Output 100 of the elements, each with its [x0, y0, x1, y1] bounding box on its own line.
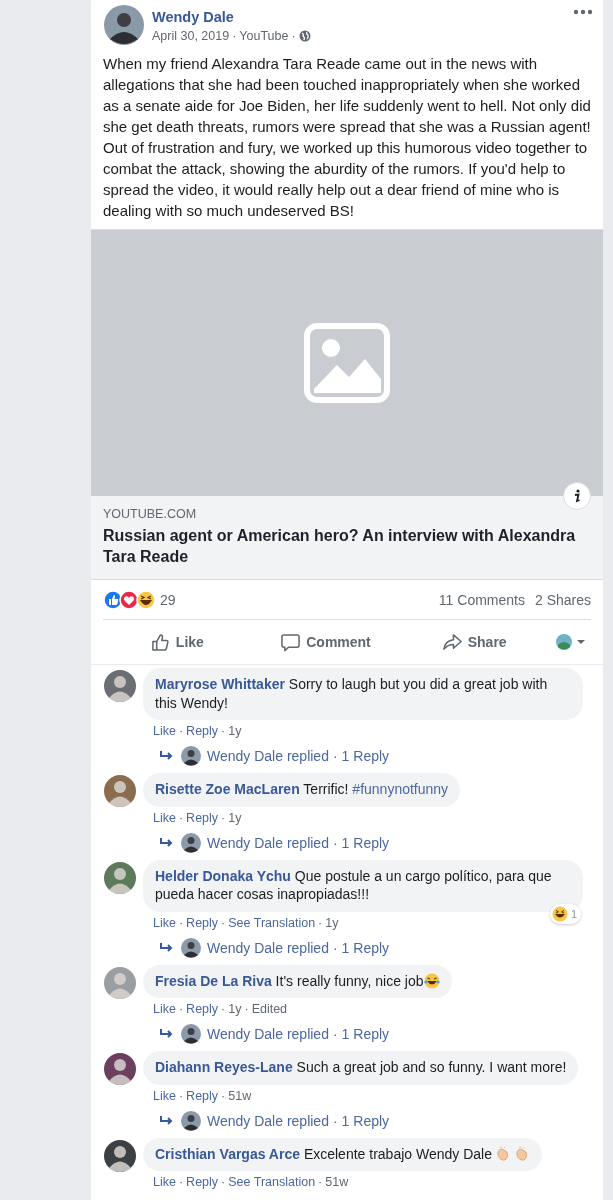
replies-link[interactable]: Wendy Dale replied [207, 747, 329, 765]
comment-bubble: Diahann Reyes-Lane Such a great job and so funny. I want more! [143, 1051, 579, 1085]
replies-count-link[interactable]: 1 Reply [341, 938, 390, 957]
shares-count-link[interactable]: 2 Shares [534, 590, 591, 610]
comment-meta: 51w [325, 1174, 349, 1190]
reply-arrow-icon [160, 942, 174, 953]
globe-icon[interactable] [298, 30, 311, 42]
avatar[interactable] [104, 1053, 136, 1085]
comment-bubble: Fresia De La Riva It's really funny, nice job [143, 964, 452, 998]
comments-count-link[interactable]: 11 Comments [438, 590, 525, 610]
separator-dot: · [221, 809, 226, 826]
info-icon [573, 489, 581, 503]
avatar[interactable] [104, 5, 144, 45]
commenter-name[interactable]: Maryrose Whittaker [155, 676, 285, 692]
separator-dot: · [221, 1001, 226, 1017]
separator-dot: · [318, 1174, 323, 1190]
comment-action-link[interactable]: Like [153, 1001, 176, 1017]
replies-link[interactable]: Wendy Dale replied [207, 833, 329, 852]
replies-link[interactable]: Wendy Dale replied [207, 938, 329, 957]
thumbs-up-icon [150, 632, 170, 652]
post-date[interactable]: April 30, 2019 [152, 27, 230, 45]
comment-action-link[interactable]: Reply [186, 809, 219, 826]
reply-arrow-icon [160, 1029, 174, 1039]
reaction-count[interactable]: 29 [160, 590, 176, 610]
separator-dot: · [221, 723, 226, 739]
comment-bubble: Cristhian Vargas Arce Excelente trabajo Wendy Dale [143, 1137, 542, 1171]
separator-dot: · [332, 1111, 338, 1130]
more-icon[interactable] [573, 9, 593, 15]
replies-link[interactable]: Wendy Dale replied [207, 1025, 329, 1043]
comment-action-link[interactable]: See Translation [228, 914, 316, 931]
comment-action-link[interactable]: Like [153, 1087, 176, 1104]
comment-meta: 1y [228, 723, 242, 739]
separator-dot: · [318, 914, 323, 931]
reply-arrow-icon [160, 1115, 174, 1126]
separator-dot: · [178, 914, 184, 931]
separator-dot: · [178, 723, 184, 739]
comment-action-link[interactable]: Reply [186, 1001, 219, 1017]
comment-action-link[interactable]: Like [153, 809, 176, 826]
separator-dot: · [221, 1087, 226, 1104]
speech-bubble-icon [281, 632, 301, 652]
avatar [181, 1024, 201, 1044]
comment-meta: 1y [325, 914, 339, 931]
share-button[interactable]: Share [400, 626, 549, 658]
separator-dot: · [178, 1174, 184, 1190]
link-domain: YOUTUBE.COM [103, 506, 198, 522]
separator-dot: · [332, 747, 338, 765]
separator-dot: · [291, 28, 296, 45]
commenter-name[interactable]: Fresia De La Riva [155, 972, 272, 989]
comment-button[interactable]: Comment [251, 626, 401, 658]
separator-dot: · [178, 809, 184, 826]
comment-action-link[interactable]: Like [153, 914, 176, 931]
replies-count-link[interactable]: 1 Reply [341, 747, 390, 765]
link-title[interactable]: Russian agent or American hero? An interview with Alexandra Tara Reade [103, 525, 591, 567]
comment-meta: 1y [228, 1001, 242, 1017]
comment-action-link[interactable]: Reply [186, 1087, 219, 1104]
comment-meta: 1y [228, 809, 242, 826]
share-arrow-icon [442, 632, 462, 652]
avatar [181, 937, 201, 958]
comment-action-link[interactable]: Reply [186, 1174, 219, 1190]
post-source: YouTube [239, 28, 289, 45]
separator-dot: · [244, 1001, 249, 1017]
replies-link[interactable]: Wendy Dale replied [207, 1111, 329, 1130]
separator-dot: · [332, 833, 338, 852]
reply-arrow-icon [160, 837, 174, 848]
comment-action-link[interactable]: Like [153, 1174, 176, 1190]
comment-action-link[interactable]: See Translation [228, 1174, 316, 1190]
commenter-name[interactable]: Diahann Reyes-Lane [155, 1059, 293, 1075]
separator-dot: · [178, 1001, 184, 1017]
comment-action-link[interactable]: Reply [186, 723, 219, 739]
separator-dot: · [332, 938, 338, 957]
comment-action-link[interactable]: Reply [186, 914, 219, 931]
hashtag-link[interactable]: #funnynotfunny [352, 781, 449, 797]
comment-bubble: Maryrose Whittaker Sorry to laugh but you did a great job with this Wendy! [143, 668, 583, 720]
comment-bubble: Risette Zoe MacLaren Terrific! #funnynotfunny [143, 773, 461, 807]
commenter-name[interactable]: Helder Donaka Ychu [155, 867, 291, 884]
comment-action-link[interactable]: Like [153, 723, 176, 739]
author-name[interactable]: Wendy Dale [152, 8, 311, 26]
separator-dot: · [221, 1174, 226, 1190]
post-text: When my friend Alexandra Tara Reade came out in the news with allegations that she had been touched inappropriately when she worked as a senate aide for Joe Biden, her life suddenly went to hell. Not only did she get death threats, rumors were spread that she was a Russian agent! Out of frustration and fury, we worked up this humorous video together to combat the attack, showing the aburdity of the rumors. If you'd help to spread the video, it would really help out a dear friend of mine who is dealing with so much undeserved BS! [102, 54, 592, 221]
separator-dot: · [332, 1025, 338, 1043]
comment-meta: Edited [251, 1001, 288, 1017]
avatar [181, 746, 201, 766]
replies-count-link[interactable]: 1 Reply [341, 833, 390, 852]
comment-meta: 51w [228, 1087, 252, 1104]
laughing-emoji-icon [423, 972, 440, 989]
commenter-name[interactable]: Cristhian Vargas Arce [155, 1145, 300, 1162]
reply-arrow-icon [160, 751, 174, 761]
like-button[interactable]: Like [103, 626, 252, 658]
avatar[interactable] [104, 1139, 136, 1172]
separator-dot: · [178, 1087, 184, 1104]
reactions-icon[interactable] [103, 590, 157, 610]
separator-dot: · [221, 914, 226, 931]
clapping-hands-icon [513, 1145, 530, 1162]
avatar [181, 832, 201, 853]
replies-count-link[interactable]: 1 Reply [341, 1111, 390, 1130]
replies-count-link[interactable]: 1 Reply [341, 1025, 390, 1043]
image-placeholder-icon [304, 323, 390, 403]
commenter-name[interactable]: Risette Zoe MacLaren [155, 781, 300, 797]
avatar [181, 1110, 201, 1131]
link-preview[interactable]: YOUTUBE.COM Russian agent or American hero? An interview with Alexandra Tara Reade [91, 496, 603, 580]
